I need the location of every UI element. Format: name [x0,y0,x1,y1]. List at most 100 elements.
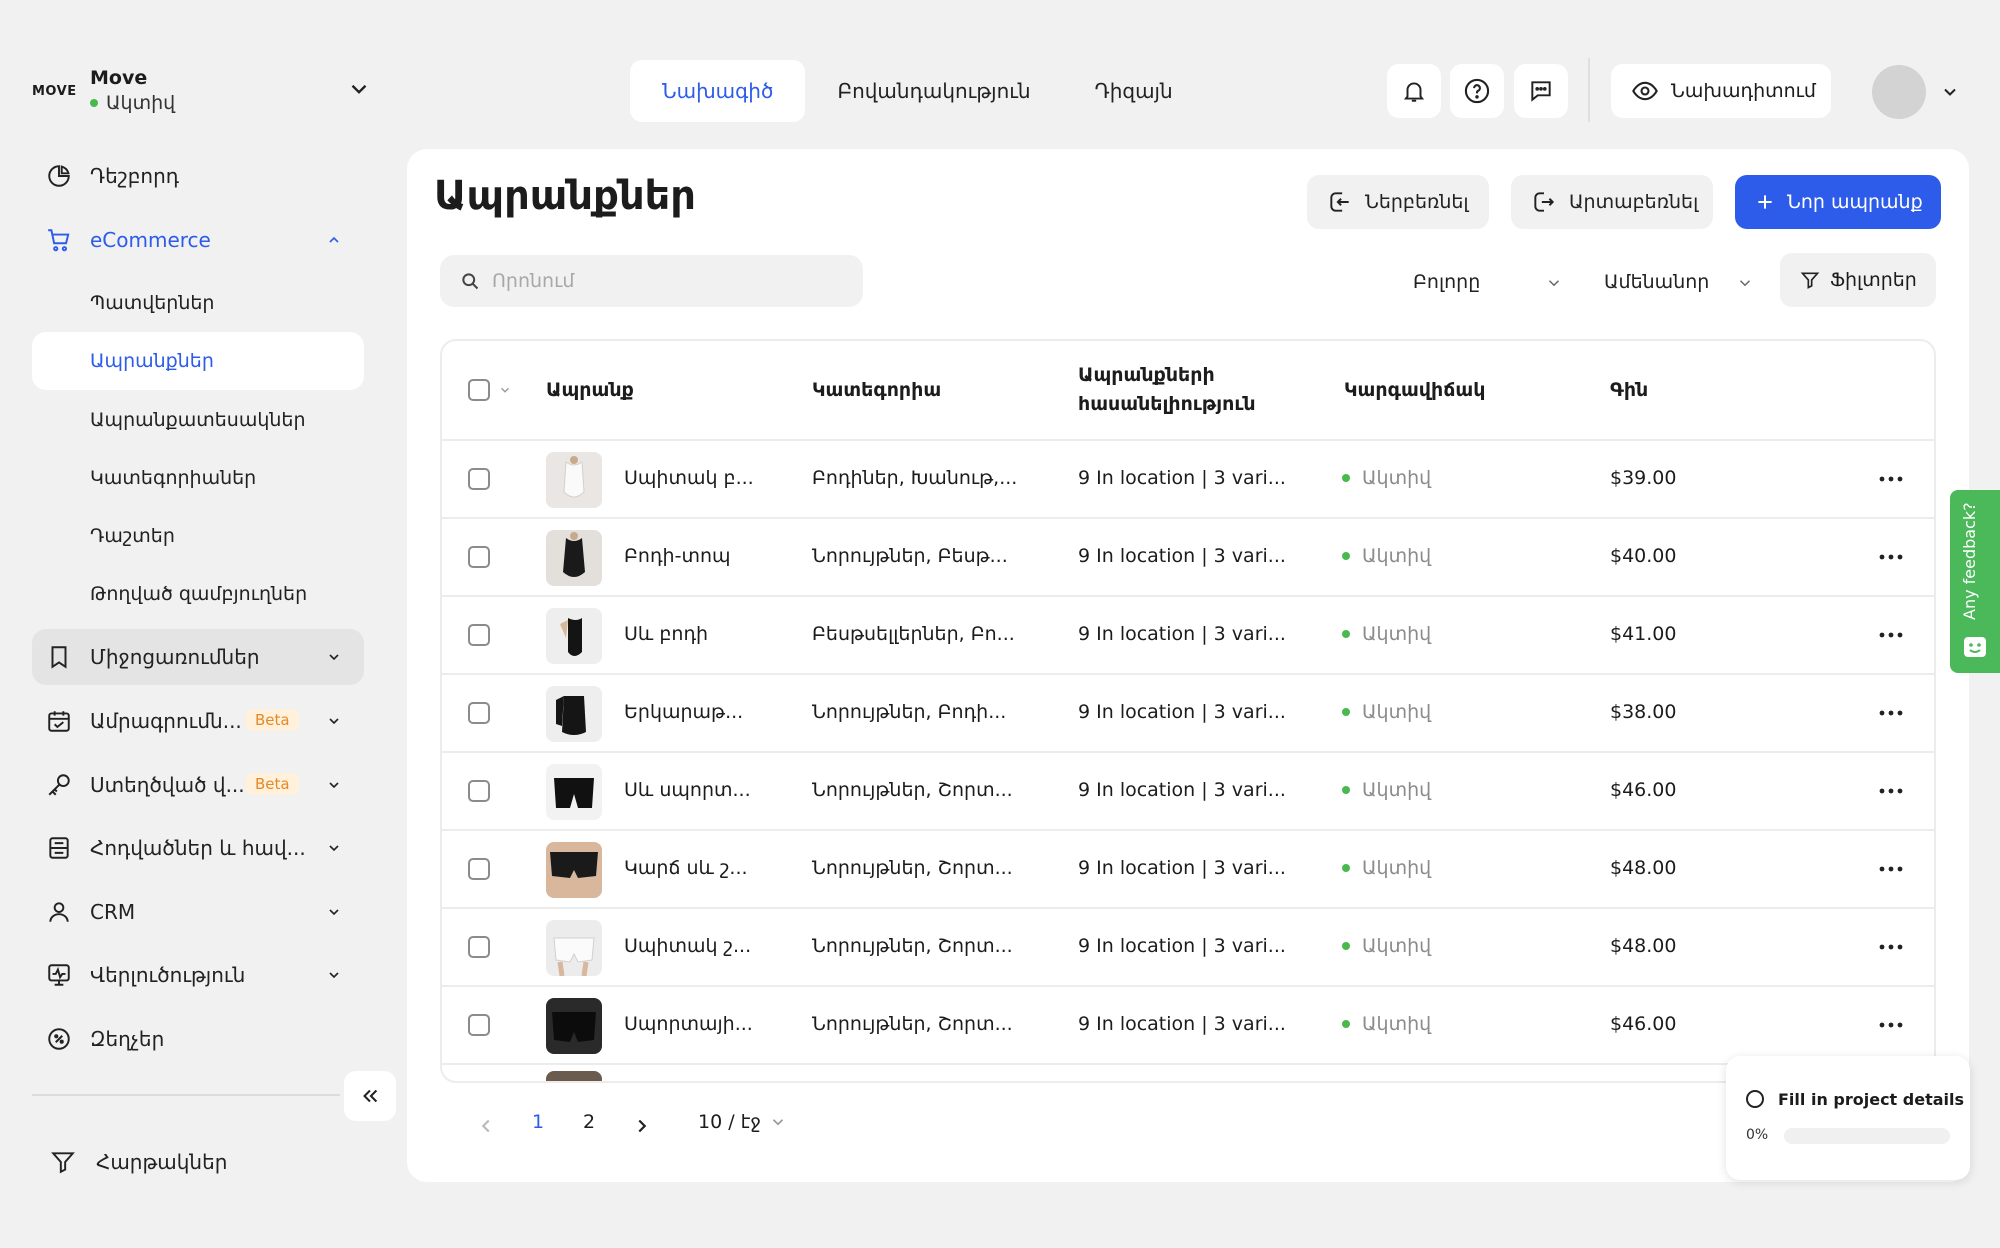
table-row[interactable]: Սպիտակ բ... Բոդիներ, Խանութ,... 9 In loc… [442,441,1934,519]
sidebar-item-products[interactable]: Ապրանքներ [32,332,364,390]
tab-project[interactable]: Նախագիծ [630,60,806,122]
feedback-tab[interactable]: Any feedback? [1950,490,2000,673]
row-checkbox[interactable] [468,780,490,802]
tab-content[interactable]: Բովանդակություն [805,60,1062,122]
product-image [546,1071,602,1081]
product-image [546,686,602,742]
product-name[interactable]: Սպորտայի... [624,1013,753,1035]
more-horizontal-icon[interactable] [1878,547,1904,567]
status-dot-icon [1342,864,1350,872]
more-horizontal-icon[interactable] [1878,859,1904,879]
product-category: Նորույթներ, Շորտ... [812,857,1013,879]
sidebar-item-crm[interactable]: CRM [32,884,364,940]
filters-button[interactable]: Ֆիլտրեր [1780,253,1936,307]
row-checkbox[interactable] [468,624,490,646]
table-row[interactable]: Սև բոդի Բեսթսելլերներ, Բո... 9 In locati… [442,597,1934,675]
new-product-button[interactable]: Նոր ապրանք [1735,175,1941,229]
sidebar-item-label: Ամրագրումն... [90,709,242,733]
preview-button[interactable]: Նախադիտում [1611,64,1831,118]
sidebar-item-bookings[interactable]: Ամրագրումն... Beta [32,693,364,749]
avatar[interactable] [1872,65,1926,119]
table-row[interactable] [442,1065,1934,1081]
product-availability: 9 In location | 3 vari... [1078,1013,1286,1035]
sidebar-item-ecommerce[interactable]: eCommerce [32,212,364,268]
search-box[interactable] [440,255,863,307]
row-checkbox[interactable] [468,858,490,880]
sidebar-item-product-types[interactable]: Ապրանքատեսակներ [32,391,364,449]
table-row[interactable]: Երկարաթ... Նորույթներ, Բոդի... 9 In loca… [442,675,1934,753]
sidebar-item-discounts[interactable]: Զեղչեր [32,1011,364,1067]
sidebar-item-events[interactable]: Միջոցառումներ [32,629,364,685]
chevron-down-icon [329,782,339,789]
status-badge: Ակտիվ [1342,467,1431,489]
workspace-switcher[interactable]: MOVE Move Ակտիվ [32,66,372,116]
export-button[interactable]: Արտաբեռնել [1511,175,1713,229]
sidebar-item-orders[interactable]: Պատվերներ [32,274,364,332]
sidebar-item-platforms[interactable]: Հարթակներ [32,1134,364,1190]
status-label: Ակտիվ [1362,545,1432,567]
chevron-right-icon[interactable] [631,1115,653,1137]
search-input[interactable] [492,270,832,292]
product-name[interactable]: Սպիտակ շ... [624,935,751,957]
more-horizontal-icon[interactable] [1878,1015,1904,1035]
setup-progress-widget[interactable]: Fill in project details 0% [1726,1056,1970,1180]
product-name[interactable]: Բոդի-տոպ [624,545,731,567]
row-checkbox[interactable] [468,702,490,724]
row-checkbox[interactable] [468,468,490,490]
table-row[interactable]: Սպիտակ շ... Նորույթներ, Շորտ... 9 In loc… [442,909,1934,987]
table-row[interactable]: Բոդի-տոպ Նորույթներ, Բեսթ... 9 In locati… [442,519,1934,597]
product-price: $48.00 [1610,935,1677,957]
product-name[interactable]: Սև սպորտ... [624,779,751,801]
row-checkbox[interactable] [468,546,490,568]
chevron-down-icon[interactable] [498,383,512,397]
sidebar-item-analytics[interactable]: Վերլուծություն [32,947,364,1003]
product-image [546,608,602,664]
chat-button[interactable] [1514,64,1568,118]
product-name[interactable]: Սպիտակ բ... [624,467,754,489]
chevron-down-icon[interactable] [1940,82,1960,102]
tab-design[interactable]: Դիզայն [1063,60,1205,122]
more-horizontal-icon[interactable] [1878,781,1904,801]
row-checkbox[interactable] [468,1014,490,1036]
table-row[interactable]: Կարճ սև շ... Նորույթներ, Շորտ... 9 In lo… [442,831,1934,909]
column-status[interactable]: Կարգավիճակ [1344,376,1485,405]
column-price[interactable]: Գին [1610,376,1648,405]
chevron-left-icon[interactable] [475,1115,497,1137]
sidebar-item-dashboard[interactable]: Դեշբորդ [32,148,364,204]
sidebar-item-posts[interactable]: Հոդվածներ և հավ... [32,820,364,876]
sidebar-item-label: Զեղչեր [90,1027,165,1051]
user-icon [49,902,69,922]
page-1[interactable]: 1 [532,1111,544,1133]
product-name[interactable]: Կարճ սև շ... [624,857,748,879]
column-product[interactable]: Ապրանք [546,376,634,405]
status-filter-dropdown[interactable]: Բոլորը [1413,257,1563,307]
help-button[interactable] [1450,64,1504,118]
notifications-button[interactable] [1387,64,1441,118]
more-horizontal-icon[interactable] [1878,937,1904,957]
page-2[interactable]: 2 [583,1111,595,1133]
sidebar-item-abandoned-carts[interactable]: Թողված զամբյուղներ [32,565,364,623]
sidebar-item-categories[interactable]: Կատեգորիաներ [32,449,364,507]
more-horizontal-icon[interactable] [1878,469,1904,489]
row-checkbox[interactable] [468,936,490,958]
status-dot-icon [1342,942,1350,950]
setup-title: Fill in project details [1778,1090,1965,1109]
sidebar-item-custom[interactable]: Ստեղծված վ... Beta [32,757,364,813]
table-row[interactable]: Սպորտայի... Նորույթներ, Շորտ... 9 In loc… [442,987,1934,1065]
import-button[interactable]: Ներբեռնել [1307,175,1489,229]
product-name[interactable]: Սև բոդի [624,623,708,645]
chevron-down-icon[interactable] [346,76,372,102]
more-horizontal-icon[interactable] [1878,703,1904,723]
collapse-sidebar-button[interactable] [344,1071,396,1121]
sidebar-item-label: Ստեղծված վ... [90,773,245,797]
sort-dropdown[interactable]: Ամենանոր [1604,257,1754,307]
sidebar-item-fields[interactable]: Դաշտեր [32,507,364,565]
per-page-select[interactable]: 10 / էջ [698,1111,787,1133]
column-category[interactable]: Կատեգորիա [812,376,941,405]
column-availability[interactable]: Ապրանքների հասանելիություն [1078,361,1298,419]
table-row[interactable]: Սև սպորտ... Նորույթներ, Շորտ... 9 In loc… [442,753,1934,831]
more-horizontal-icon[interactable] [1878,625,1904,645]
product-name[interactable]: Երկարաթ... [624,701,743,723]
select-all-checkbox[interactable] [468,379,490,401]
per-page-value: 10 / էջ [698,1111,762,1133]
